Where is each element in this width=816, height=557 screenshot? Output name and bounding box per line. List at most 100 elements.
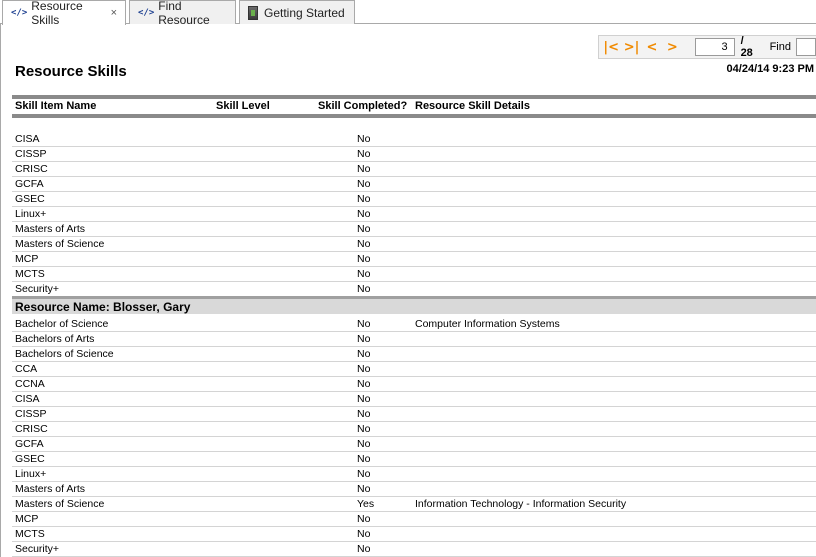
- skill-name: CRISC: [15, 423, 48, 435]
- skill-completed: No: [357, 268, 371, 280]
- skill-completed: No: [357, 208, 371, 220]
- column-header-skill-completed: Skill Completed?: [318, 100, 408, 112]
- code-icon: </>: [138, 7, 155, 18]
- table-row: GCFA No: [12, 437, 816, 452]
- skill-name: Security+: [15, 543, 60, 555]
- skill-name: CISA: [15, 133, 40, 145]
- skill-name: GCFA: [15, 178, 44, 190]
- skill-name: GCFA: [15, 438, 44, 450]
- skill-completed: No: [357, 348, 371, 360]
- table-row: Bachelor of Science No Computer Informatio…: [12, 317, 816, 332]
- skill-completed: No: [357, 253, 371, 265]
- frame-border: [0, 24, 1, 557]
- skill-name: MCP: [15, 513, 39, 525]
- table-row: MCP No: [12, 252, 816, 267]
- skill-completed: No: [357, 133, 371, 145]
- table-row: GCFA No: [12, 177, 816, 192]
- skill-name: GSEC: [15, 453, 45, 465]
- report-toolbar: |< >| < > / 28 Find: [598, 35, 816, 59]
- skill-name: Linux+: [15, 468, 47, 480]
- table-row: Linux+ No: [12, 207, 816, 222]
- skill-name: Linux+: [15, 208, 47, 220]
- skill-name: GSEC: [15, 193, 45, 205]
- table-row: CRISC No: [12, 422, 816, 437]
- skill-name: MCTS: [15, 528, 45, 540]
- skill-name: CRISC: [15, 163, 48, 175]
- skill-completed: No: [357, 513, 371, 525]
- table-row: MCTS No: [12, 267, 816, 282]
- skill-completed: No: [357, 163, 371, 175]
- skill-completed: No: [357, 393, 371, 405]
- tab-find-resource[interactable]: </> Find Resource: [129, 0, 236, 27]
- close-icon[interactable]: ×: [111, 7, 117, 19]
- skill-name: CCNA: [15, 378, 45, 390]
- skill-name: Masters of Arts: [15, 483, 86, 495]
- skill-name: Masters of Science: [15, 498, 105, 510]
- first-page-icon[interactable]: |<: [601, 37, 621, 57]
- skill-completed: No: [357, 423, 371, 435]
- skill-completed: No: [357, 223, 371, 235]
- table-row: Linux+ No: [12, 467, 816, 482]
- page-number-input[interactable]: [694, 38, 735, 56]
- group-label: Resource Name: Blosser, Gary: [15, 300, 191, 314]
- skill-completed: No: [357, 453, 371, 465]
- skill-completed: No: [357, 238, 371, 250]
- next-page-icon[interactable]: >: [662, 37, 682, 57]
- table-row: CISSP No: [12, 147, 816, 162]
- skill-completed: No: [357, 483, 371, 495]
- last-page-icon[interactable]: >|: [621, 37, 641, 57]
- skill-name: MCTS: [15, 268, 45, 280]
- skill-completed: No: [357, 178, 371, 190]
- table-row: Masters of Arts No: [12, 482, 816, 497]
- skill-name: Security+: [15, 283, 60, 295]
- skill-name: CISA: [15, 393, 40, 405]
- page-count: / 28: [740, 35, 753, 59]
- table-row: CCNA No: [12, 377, 816, 392]
- table-row: Security+ No: [12, 542, 816, 557]
- table-row: CISA No: [12, 132, 816, 147]
- skill-completed: No: [357, 468, 371, 480]
- skill-name: Masters of Science: [15, 238, 105, 250]
- table-row: MCTS No: [12, 527, 816, 542]
- table-row: GSEC No: [12, 192, 816, 207]
- getting-started-icon: [248, 5, 258, 20]
- skill-completed: No: [357, 408, 371, 420]
- header-rule-top: [12, 95, 816, 99]
- skill-name: Bachelors of Science: [15, 348, 114, 360]
- find-input[interactable]: [795, 38, 816, 56]
- skill-completed: No: [357, 333, 371, 345]
- skill-name: Bachelors of Arts: [15, 333, 95, 345]
- skill-name: CCA: [15, 363, 38, 375]
- find-label: Find: [769, 41, 791, 53]
- table-row: CISA No: [12, 392, 816, 407]
- skill-details: Computer Information Systems: [415, 318, 560, 330]
- table-row: CRISC No: [12, 162, 816, 177]
- skill-name: MCP: [15, 253, 39, 265]
- table-row: Bachelors of Arts No: [12, 332, 816, 347]
- table-row: GSEC No: [12, 452, 816, 467]
- table-row: Masters of Science No: [12, 237, 816, 252]
- tab-label: Getting Started: [264, 5, 345, 20]
- tab-getting-started[interactable]: Getting Started: [239, 0, 355, 24]
- skill-name: Bachelor of Science: [15, 318, 109, 330]
- skill-name: CISSP: [15, 148, 47, 160]
- skill-name: CISSP: [15, 408, 47, 420]
- report-date: 04/24/14 9:23 PM: [726, 63, 814, 75]
- tab-label: Find Resource: [158, 0, 210, 27]
- table-row: MCP No: [12, 512, 816, 527]
- column-header-details: Resource Skill Details: [415, 100, 530, 112]
- skill-completed: No: [357, 318, 371, 330]
- table-row: Security+ No: [12, 282, 816, 297]
- group-header: Resource Name: Blosser, Gary: [12, 296, 816, 314]
- column-header-skill-item: Skill Item Name: [15, 100, 97, 112]
- header-rule-bottom: [12, 114, 816, 118]
- skill-completed: No: [357, 193, 371, 205]
- table-row: Bachelors of Science No: [12, 347, 816, 362]
- table-row: Masters of Arts No: [12, 222, 816, 237]
- previous-page-icon[interactable]: <: [642, 37, 662, 57]
- tab-bar: </> Resource Skills × </> Find Resource …: [0, 0, 816, 27]
- table-row: CISSP No: [12, 407, 816, 422]
- tab-resource-skills[interactable]: </> Resource Skills ×: [2, 0, 126, 27]
- table-row: CCA No: [12, 362, 816, 377]
- skill-details: Information Technology - Information Sec…: [415, 498, 627, 510]
